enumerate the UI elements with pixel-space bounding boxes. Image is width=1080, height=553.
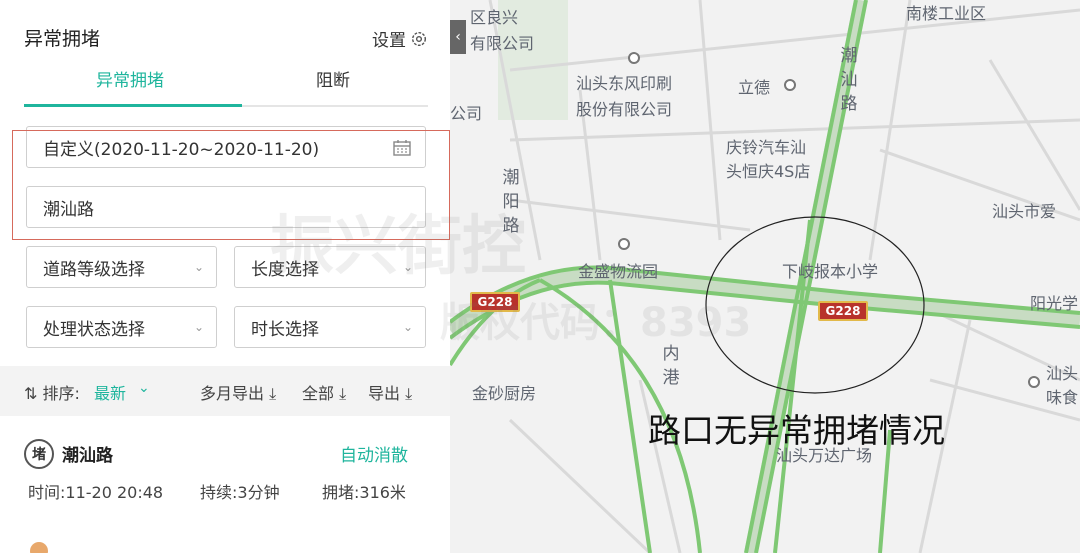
poi-marker-icon [628, 52, 640, 64]
sort-label: ⇅ 排序: [24, 380, 80, 404]
export-multi-month-button[interactable]: 多月导出 ⤓ [200, 380, 276, 404]
download-icon: ⤓ [400, 384, 413, 403]
download-icon: ⤓ [334, 384, 347, 403]
sort-icon: ⇅ [24, 384, 43, 403]
export-multi-month-label: 多月导出 [200, 384, 265, 403]
map-label: 公司 [450, 104, 483, 123]
map-label: 股份有限公司 [576, 100, 673, 119]
congestion-panel: 异常拥堵 设置 异常拥堵 阻断 自定义(2020-11-20~2020-11-2… [0, 0, 451, 553]
sort-value-dropdown[interactable]: 最新 [94, 380, 126, 404]
card-status: 自动消散 [340, 446, 408, 466]
road-name-label: 潮阳路 [502, 168, 520, 236]
poi-marker-icon [1028, 376, 1040, 388]
duration-select[interactable]: 时长选择 ⌄ [234, 306, 426, 348]
map-label: 汕头东风印刷 [576, 74, 673, 93]
highlight-box [12, 130, 450, 240]
tab-active-indicator [24, 104, 242, 107]
chevron-down-icon: ⌄ [402, 260, 413, 274]
map-label: 区良兴 [470, 8, 519, 27]
highway-shield-icon: G228 [818, 301, 868, 321]
chevron-down-icon: ⌄ [193, 260, 204, 274]
sort-label-text: 排序: [42, 384, 80, 403]
app-window: 异常拥堵 设置 异常拥堵 阻断 自定义(2020-11-20~2020-11-2… [0, 0, 1080, 553]
status-select[interactable]: 处理状态选择 ⌄ [26, 306, 217, 348]
settings-label: 设置 [372, 31, 406, 51]
card-duration: 持续:3分钟 [200, 483, 280, 502]
status-select-label: 处理状态选择 [43, 319, 145, 340]
map-label: 汕头市爱 [992, 202, 1057, 221]
export-button[interactable]: 导出 ⤓ [368, 380, 412, 404]
map-label: 头恒庆4S店 [726, 162, 811, 181]
tab-abnormal-congestion[interactable]: 异常拥堵 [96, 66, 164, 91]
road-name-label: 内港 [662, 344, 680, 388]
chevron-down-icon: ⌄ [402, 320, 413, 334]
card-jam-length: 拥堵:316米 [322, 483, 406, 502]
annotation-text: 路口无异常拥堵情况 [648, 411, 945, 450]
map-view[interactable]: ‹ 区良兴 有限公司 汕头东风印刷 股份有限公司 立德 庆铃汽车汕 头恒庆4S店… [450, 0, 1080, 553]
card-time: 时间:11-20 20:48 [28, 483, 164, 502]
map-label: 金砂厨房 [472, 384, 537, 403]
download-icon: ⤓ [264, 384, 277, 403]
length-select-label: 长度选择 [251, 259, 319, 280]
duration-select-label: 时长选择 [251, 319, 319, 340]
poi-marker-icon [784, 79, 796, 91]
export-all-button[interactable]: 全部 ⤓ [302, 380, 346, 404]
map-label: 金盛物流园 [578, 262, 659, 281]
map-label: 南楼工业区 [906, 4, 987, 23]
road-name-label: 潮汕路 [840, 46, 858, 114]
panel-title: 异常拥堵 [24, 28, 101, 50]
settings-button[interactable]: 设置 [372, 26, 428, 51]
chevron-down-icon[interactable]: ⌄ [138, 380, 150, 396]
next-card-badge-icon [30, 542, 48, 553]
chevron-down-icon: ⌄ [193, 320, 204, 334]
map-label: 阳光学 [1030, 294, 1079, 313]
congestion-badge-icon: 堵 [24, 439, 54, 469]
map-label: 立德 [738, 78, 771, 97]
card-road-name: 潮汕路 [62, 446, 113, 466]
export-label: 导出 [368, 384, 401, 403]
highway-shield-icon: G228 [470, 292, 520, 312]
map-label: 汕头 [1046, 364, 1079, 383]
map-label: 下岐报本小学 [782, 262, 879, 281]
export-all-label: 全部 [302, 384, 335, 403]
collapse-panel-button[interactable]: ‹ [450, 20, 466, 54]
road-level-select-label: 道路等级选择 [43, 259, 145, 280]
map-label: 味食 [1046, 388, 1079, 407]
gear-icon [411, 31, 427, 46]
poi-marker-icon [618, 238, 630, 250]
map-label: 庆铃汽车汕 [726, 138, 807, 157]
tab-blockage[interactable]: 阻断 [316, 66, 350, 91]
map-label: 有限公司 [470, 34, 535, 53]
road-level-select[interactable]: 道路等级选择 ⌄ [26, 246, 217, 288]
sort-toolbar: ⇅ 排序: 最新 ⌄ 多月导出 ⤓ 全部 ⤓ 导出 ⤓ [0, 366, 450, 416]
length-select[interactable]: 长度选择 ⌄ [234, 246, 426, 288]
